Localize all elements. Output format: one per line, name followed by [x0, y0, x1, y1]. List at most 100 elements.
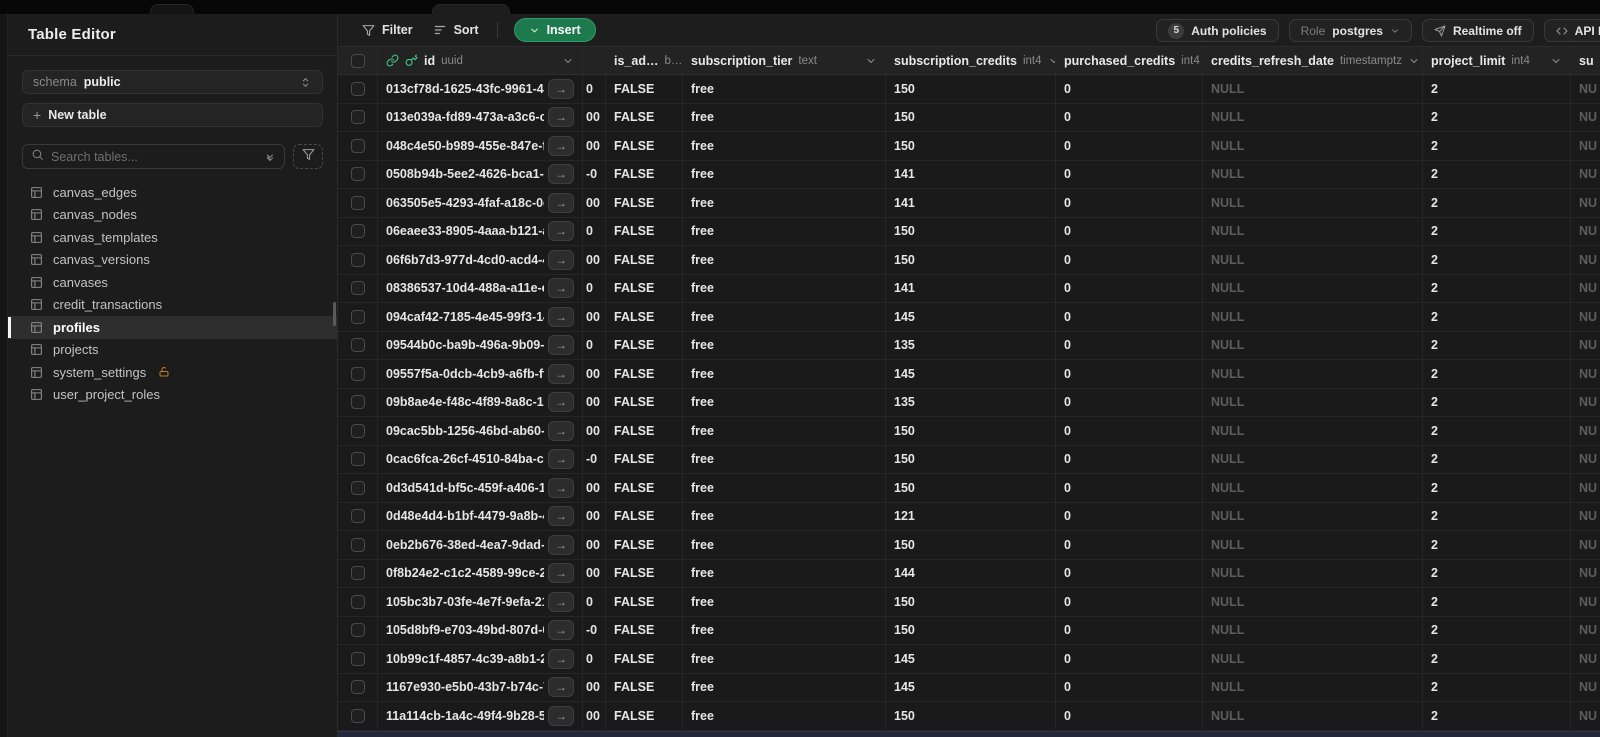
cell-hidden-column[interactable]: 00 [583, 673, 606, 701]
cell-subscription-tier[interactable]: free [683, 702, 886, 730]
cell-id[interactable]: 06eaee33-8905-4aaa-b121-ab552… → [378, 217, 583, 245]
cell-is-admin[interactable]: FALSE [606, 217, 683, 245]
cell-purchased-credits[interactable]: 0 [1056, 445, 1203, 473]
expand-row-button[interactable]: → [548, 563, 574, 584]
cell-id[interactable]: 0eb2b676-38ed-4ea7-9dad-38e6… → [378, 531, 583, 559]
cell-project-limit[interactable]: 2 [1423, 217, 1571, 245]
cell-project-limit[interactable]: 2 [1423, 331, 1571, 359]
cell-hidden-column[interactable]: 00 [583, 388, 606, 416]
cell-is-admin[interactable]: FALSE [606, 160, 683, 188]
cell-clipped-column[interactable]: NU [1571, 132, 1600, 160]
row-checkbox[interactable] [351, 623, 365, 638]
cell-subscription-tier[interactable]: free [683, 559, 886, 587]
cell-hidden-column[interactable]: 0 [583, 331, 606, 359]
cell-clipped-column[interactable]: NU [1571, 389, 1600, 417]
cell-subscription-tier[interactable]: free [683, 189, 886, 217]
expand-row-button[interactable]: → [548, 506, 574, 527]
cell-is-admin[interactable]: FALSE [606, 417, 683, 445]
cell-subscription-credits[interactable]: 150 [886, 445, 1056, 473]
cell-subscription-tier[interactable]: free [683, 75, 886, 103]
cell-clipped-column[interactable]: NU [1571, 474, 1600, 502]
cell-subscription-credits[interactable]: 150 [886, 75, 1056, 103]
cell-clipped-column[interactable]: NU [1571, 332, 1600, 360]
sidebar-item-canvases[interactable]: canvases [8, 271, 337, 294]
auth-policies-button[interactable]: 5 Auth policies [1156, 19, 1279, 42]
cell-is-admin[interactable]: FALSE [606, 103, 683, 131]
cell-hidden-column[interactable]: -0 [583, 445, 606, 473]
column-header-purchased_credits[interactable]: purchased_credits int4 [1056, 47, 1203, 74]
cell-subscription-credits[interactable]: 150 [886, 217, 1056, 245]
sidebar-scrollbar-thumb[interactable] [333, 302, 336, 326]
cell-is-admin[interactable]: FALSE [606, 189, 683, 217]
row-checkbox[interactable] [351, 537, 365, 552]
cell-project-limit[interactable]: 2 [1423, 673, 1571, 701]
cell-purchased-credits[interactable]: 0 [1056, 217, 1203, 245]
cell-credits-refresh-date[interactable]: NULL [1203, 702, 1423, 730]
row-checkbox[interactable] [351, 224, 365, 239]
cell-clipped-column[interactable]: NU [1571, 218, 1600, 246]
cell-clipped-column[interactable]: NU [1571, 617, 1600, 645]
sidebar-item-system_settings[interactable]: system_settings [8, 361, 337, 384]
cell-purchased-credits[interactable]: 0 [1056, 160, 1203, 188]
cell-credits-refresh-date[interactable]: NULL [1203, 645, 1423, 673]
cell-project-limit[interactable]: 2 [1423, 588, 1571, 616]
cell-subscription-credits[interactable]: 150 [886, 531, 1056, 559]
expand-row-button[interactable]: → [548, 392, 574, 413]
cell-clipped-column[interactable]: NU [1571, 446, 1600, 474]
sidebar-item-user_project_roles[interactable]: user_project_roles [8, 384, 337, 407]
cell-credits-refresh-date[interactable]: NULL [1203, 417, 1423, 445]
row-checkbox[interactable] [351, 81, 365, 96]
cell-purchased-credits[interactable]: 0 [1056, 189, 1203, 217]
cell-id[interactable]: 013cf78d-1625-43fc-9961-442189… → [378, 75, 583, 103]
cell-subscription-credits[interactable]: 145 [886, 303, 1056, 331]
expand-row-button[interactable]: → [548, 591, 574, 612]
cell-clipped-column[interactable]: NU [1571, 560, 1600, 588]
row-checkbox[interactable] [351, 452, 365, 467]
cell-purchased-credits[interactable]: 0 [1056, 103, 1203, 131]
cell-id[interactable]: 09557f5a-0dcb-4cb9-a6fb-fff366… → [378, 360, 583, 388]
cell-subscription-credits[interactable]: 150 [886, 417, 1056, 445]
cell-is-admin[interactable]: FALSE [606, 588, 683, 616]
cell-credits-refresh-date[interactable]: NULL [1203, 559, 1423, 587]
cell-subscription-credits[interactable]: 145 [886, 645, 1056, 673]
chevron-down-icon[interactable] [562, 55, 574, 67]
cell-is-admin[interactable]: FALSE [606, 388, 683, 416]
row-checkbox[interactable] [351, 195, 365, 210]
cell-project-limit[interactable]: 2 [1423, 417, 1571, 445]
cell-is-admin[interactable]: FALSE [606, 331, 683, 359]
cell-clipped-column[interactable]: NU [1571, 531, 1600, 559]
cell-subscription-tier[interactable]: free [683, 531, 886, 559]
cell-subscription-credits[interactable]: 135 [886, 331, 1056, 359]
cell-id[interactable]: 09cac5bb-1256-46bd-ab60-64ed… → [378, 417, 583, 445]
chevron-down-icon[interactable] [865, 55, 877, 67]
expand-row-button[interactable]: → [548, 705, 574, 726]
cell-purchased-credits[interactable]: 0 [1056, 702, 1203, 730]
cell-clipped-column[interactable]: NU [1571, 360, 1600, 388]
cell-is-admin[interactable]: FALSE [606, 616, 683, 644]
expand-row-button[interactable]: → [548, 677, 574, 698]
cell-id[interactable]: 063505e5-4293-4faf-a18c-0e65b… → [378, 189, 583, 217]
cell-id[interactable]: 09b8ae4e-f48c-4f89-8a8c-1629b… → [378, 388, 583, 416]
row-checkbox[interactable] [351, 110, 365, 125]
expand-row-button[interactable]: → [548, 192, 574, 213]
cell-subscription-tier[interactable]: free [683, 645, 886, 673]
row-checkbox[interactable] [351, 167, 365, 182]
cell-credits-refresh-date[interactable]: NULL [1203, 160, 1423, 188]
expand-row-button[interactable]: → [548, 363, 574, 384]
cell-hidden-column[interactable]: 00 [583, 246, 606, 274]
cell-credits-refresh-date[interactable]: NULL [1203, 673, 1423, 701]
cell-project-limit[interactable]: 2 [1423, 531, 1571, 559]
cell-subscription-credits[interactable]: 141 [886, 274, 1056, 302]
cell-subscription-tier[interactable]: free [683, 502, 886, 530]
cell-hidden-column[interactable]: -0 [583, 616, 606, 644]
search-tables-input[interactable] [51, 149, 257, 164]
cell-is-admin[interactable]: FALSE [606, 445, 683, 473]
expand-row-button[interactable]: → [548, 306, 574, 327]
cell-subscription-tier[interactable]: free [683, 246, 886, 274]
cell-subscription-credits[interactable]: 141 [886, 189, 1056, 217]
cell-hidden-column[interactable]: 00 [583, 531, 606, 559]
cell-project-limit[interactable]: 2 [1423, 303, 1571, 331]
cell-purchased-credits[interactable]: 0 [1056, 474, 1203, 502]
cell-project-limit[interactable]: 2 [1423, 360, 1571, 388]
expand-row-button[interactable]: → [548, 107, 574, 128]
